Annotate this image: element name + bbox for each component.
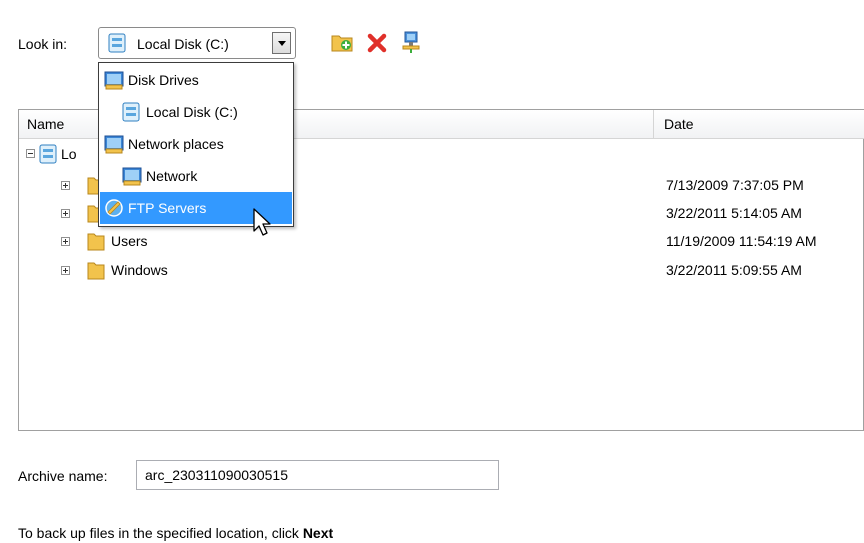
row-date: 11/19/2009 11:54:19 AM — [666, 233, 817, 249]
table-row[interactable]: Users — [19, 226, 654, 256]
expand-toggle-icon[interactable] — [61, 237, 70, 246]
row-date: 3/22/2011 5:09:55 AM — [666, 262, 802, 278]
folder-icon — [87, 262, 105, 280]
delete-icon[interactable] — [366, 30, 390, 54]
drive-icon — [122, 102, 140, 122]
expand-toggle-icon[interactable] — [61, 266, 70, 275]
network-connect-icon[interactable] — [400, 30, 424, 54]
network-icon — [122, 167, 142, 186]
look-in-dropdown-list[interactable]: Disk Drives Local Disk (C:) Network plac… — [98, 62, 294, 227]
instruction-text: To back up files in the specified locati… — [18, 525, 334, 541]
look-in-label: Look in: — [18, 36, 68, 52]
expand-toggle-icon[interactable] — [61, 181, 70, 190]
disk-drives-icon — [104, 71, 124, 90]
dropdown-item-network[interactable]: Network — [100, 160, 292, 192]
row-date: 7/13/2009 7:37:05 PM — [666, 177, 804, 193]
row-name: Windows — [111, 262, 168, 278]
chevron-down-icon[interactable] — [272, 32, 291, 54]
look-in-dropdown[interactable]: Local Disk (C:) — [98, 27, 296, 59]
dropdown-item-local-disk[interactable]: Local Disk (C:) — [100, 96, 292, 128]
column-header-date[interactable]: Date — [654, 110, 864, 139]
ftp-icon — [105, 199, 123, 217]
folder-icon — [87, 233, 105, 251]
dropdown-item-network-places[interactable]: Network places — [100, 128, 292, 160]
dropdown-item-disk-drives[interactable]: Disk Drives — [100, 64, 292, 96]
table-row[interactable]: Windows — [19, 255, 654, 285]
look-in-value: Local Disk (C:) — [137, 36, 229, 52]
new-folder-icon[interactable] — [330, 30, 354, 54]
row-name: Users — [111, 233, 148, 249]
tree-root-label: Lo — [61, 146, 77, 162]
network-places-icon — [104, 135, 124, 154]
next-keyword: Next — [302, 525, 334, 541]
archive-name-label: Archive name: — [18, 468, 108, 484]
collapse-toggle-icon[interactable] — [26, 149, 35, 158]
expand-toggle-icon[interactable] — [61, 209, 70, 218]
mouse-cursor-icon — [253, 208, 271, 236]
drive-icon — [108, 33, 126, 53]
drive-icon — [39, 144, 57, 164]
archive-name-input[interactable] — [136, 460, 499, 490]
row-date: 3/22/2011 5:14:05 AM — [666, 205, 802, 221]
